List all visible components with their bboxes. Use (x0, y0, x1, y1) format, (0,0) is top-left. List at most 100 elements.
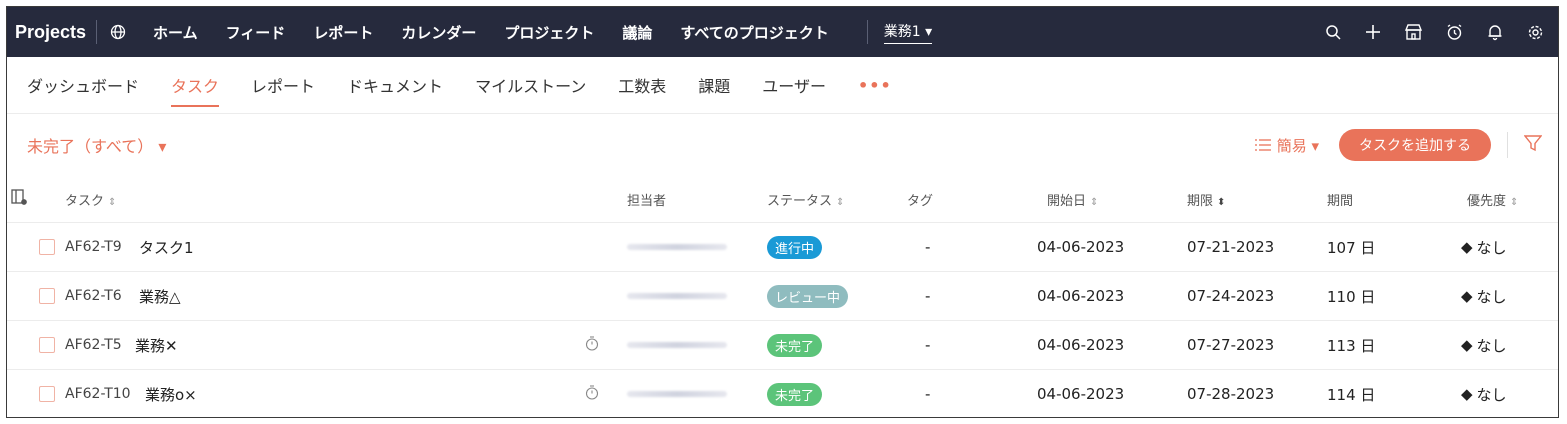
header-due-date[interactable]: 期限 ⬍ (1187, 190, 1225, 209)
duration: 113 日 (1327, 336, 1376, 355)
filter-icon[interactable] (1523, 134, 1543, 156)
assignee-name-blurred[interactable] (627, 342, 727, 348)
table-header: タスク ⇕ 担当者 ステータス ⇕ タグ 開始日 ⇕ 期限 ⬍ 期間 優先度 ⇕ (7, 176, 1558, 223)
sort-icon: ⬍ (1217, 196, 1226, 208)
task-checkbox[interactable] (39, 337, 55, 353)
assignee-name-blurred[interactable] (627, 244, 727, 250)
tab-documents[interactable]: ドキュメント (347, 67, 443, 103)
list-icon (1254, 139, 1271, 151)
task-checkbox[interactable] (39, 386, 55, 402)
table-row[interactable]: AF62-T6 業務△ レビュー中 - 04-06-2023 07-24-202… (7, 272, 1558, 321)
add-task-button[interactable]: タスクを追加する (1339, 129, 1491, 161)
topnav-discussion[interactable]: 議論 (622, 22, 652, 43)
task-checkbox[interactable] (39, 239, 55, 255)
topnav-feed[interactable]: フィード (226, 22, 286, 43)
task-checkbox[interactable] (39, 288, 55, 304)
header-task[interactable]: タスク ⇕ (65, 190, 116, 209)
topnav-projects[interactable]: プロジェクト (504, 22, 594, 43)
table-row[interactable]: AF62-T5 業務✕ 未完了 - 04-06-2023 07-27-2023 … (7, 321, 1558, 370)
task-tag[interactable]: - (925, 238, 930, 256)
header-status[interactable]: ステータス ⇕ (767, 190, 844, 209)
start-date[interactable]: 04-06-2023 (1037, 287, 1124, 305)
task-id: AF62-T6 (65, 288, 122, 304)
due-date[interactable]: 07-27-2023 (1187, 336, 1274, 354)
store-icon[interactable] (1405, 24, 1422, 40)
table-row[interactable]: AF62-T10 業務o× 未完了 - 04-06-2023 07-28-202… (7, 370, 1558, 417)
gear-icon[interactable] (1527, 24, 1544, 41)
priority[interactable]: ◆ なし (1461, 237, 1507, 258)
start-date[interactable]: 04-06-2023 (1037, 385, 1124, 403)
globe-icon[interactable] (107, 21, 129, 43)
task-list: AF62-T9 タスク1 進行中 - 04-06-2023 07-21-2023… (7, 223, 1558, 417)
priority[interactable]: ◆ なし (1461, 384, 1507, 405)
tab-reports[interactable]: レポート (251, 67, 315, 103)
header-tag: タグ (907, 193, 934, 209)
topnav-all-projects[interactable]: すべてのプロジェクト (680, 22, 828, 43)
alarm-icon[interactable] (1446, 23, 1463, 41)
task-id: AF62-T9 (65, 239, 122, 255)
task-filter-dropdown[interactable]: 未完了（すべて） ▾ (27, 133, 166, 157)
brand-logo[interactable]: Projects (7, 22, 86, 43)
due-date[interactable]: 07-28-2023 (1187, 385, 1274, 403)
status-badge[interactable]: 進行中 (767, 235, 823, 259)
tab-issues[interactable]: 課題 (698, 67, 730, 103)
header-duration: 期間 (1327, 193, 1354, 209)
task-name[interactable]: タスク1 (139, 237, 194, 258)
task-name[interactable]: 業務△ (139, 286, 181, 307)
workspace-selector[interactable]: 業務1 ▾ (883, 21, 933, 44)
app-window: Projects ホーム フィード レポート カレンダー プロジェクト 議論 す… (6, 6, 1559, 418)
header-assignee: 担当者 (627, 193, 667, 209)
sort-icon: ⇕ (1510, 196, 1519, 208)
column-settings-icon[interactable] (11, 189, 27, 209)
status-badge[interactable]: 未完了 (767, 333, 823, 357)
tab-dashboard[interactable]: ダッシュボード (27, 67, 139, 103)
due-date[interactable]: 07-24-2023 (1187, 287, 1274, 305)
divider (1507, 132, 1508, 158)
due-date[interactable]: 07-21-2023 (1187, 238, 1274, 256)
tab-milestones[interactable]: マイルストーン (475, 67, 586, 103)
task-tag[interactable]: - (925, 385, 930, 403)
task-id: AF62-T10 (65, 386, 131, 402)
start-date[interactable]: 04-06-2023 (1037, 238, 1124, 256)
tab-users[interactable]: ユーザー (762, 67, 826, 103)
project-subnav: ダッシュボード タスク レポート ドキュメント マイルストーン 工数表 課題 ユ… (7, 57, 1558, 114)
priority-diamond-icon: ◆ (1461, 238, 1473, 256)
task-tag[interactable]: - (925, 336, 930, 354)
top-nav: ホーム フィード レポート カレンダー プロジェクト 議論 すべてのプロジェクト (153, 22, 857, 43)
more-tabs-button[interactable]: ••• (858, 76, 892, 95)
assignee-name-blurred[interactable] (627, 391, 727, 397)
sort-icon: ⇕ (836, 196, 845, 208)
topnav-calendar[interactable]: カレンダー (401, 22, 476, 43)
sort-icon: ⇕ (1090, 196, 1099, 208)
top-bar: Projects ホーム フィード レポート カレンダー プロジェクト 議論 す… (7, 7, 1558, 57)
priority[interactable]: ◆ なし (1461, 286, 1507, 307)
top-icons (1325, 23, 1558, 41)
task-name[interactable]: 業務✕ (135, 335, 178, 356)
timer-icon[interactable] (585, 335, 599, 355)
table-row[interactable]: AF62-T9 タスク1 進行中 - 04-06-2023 07-21-2023… (7, 223, 1558, 272)
status-badge[interactable]: レビュー中 (767, 284, 849, 308)
timer-icon[interactable] (585, 384, 599, 404)
search-icon[interactable] (1325, 24, 1341, 40)
header-start-date[interactable]: 開始日 ⇕ (1047, 190, 1098, 209)
duration: 114 日 (1327, 385, 1376, 404)
sort-icon: ⇕ (108, 196, 117, 208)
task-name[interactable]: 業務o× (145, 384, 197, 405)
topnav-reports[interactable]: レポート (313, 22, 373, 43)
plus-icon[interactable] (1365, 24, 1381, 40)
duration: 107 日 (1327, 238, 1376, 257)
view-mode-label: 簡易 ▾ (1276, 136, 1319, 155)
bell-icon[interactable] (1487, 24, 1503, 41)
assignee-name-blurred[interactable] (627, 293, 727, 299)
priority[interactable]: ◆ なし (1461, 335, 1507, 356)
topnav-home[interactable]: ホーム (153, 22, 198, 43)
start-date[interactable]: 04-06-2023 (1037, 336, 1124, 354)
priority-diamond-icon: ◆ (1461, 336, 1473, 354)
tab-timesheet[interactable]: 工数表 (618, 67, 666, 103)
header-priority[interactable]: 優先度 ⇕ (1467, 190, 1518, 209)
divider (96, 20, 98, 44)
tab-tasks[interactable]: タスク (171, 67, 220, 107)
task-tag[interactable]: - (925, 287, 930, 305)
view-mode-dropdown[interactable]: 簡易 ▾ (1254, 135, 1319, 156)
status-badge[interactable]: 未完了 (767, 382, 823, 406)
